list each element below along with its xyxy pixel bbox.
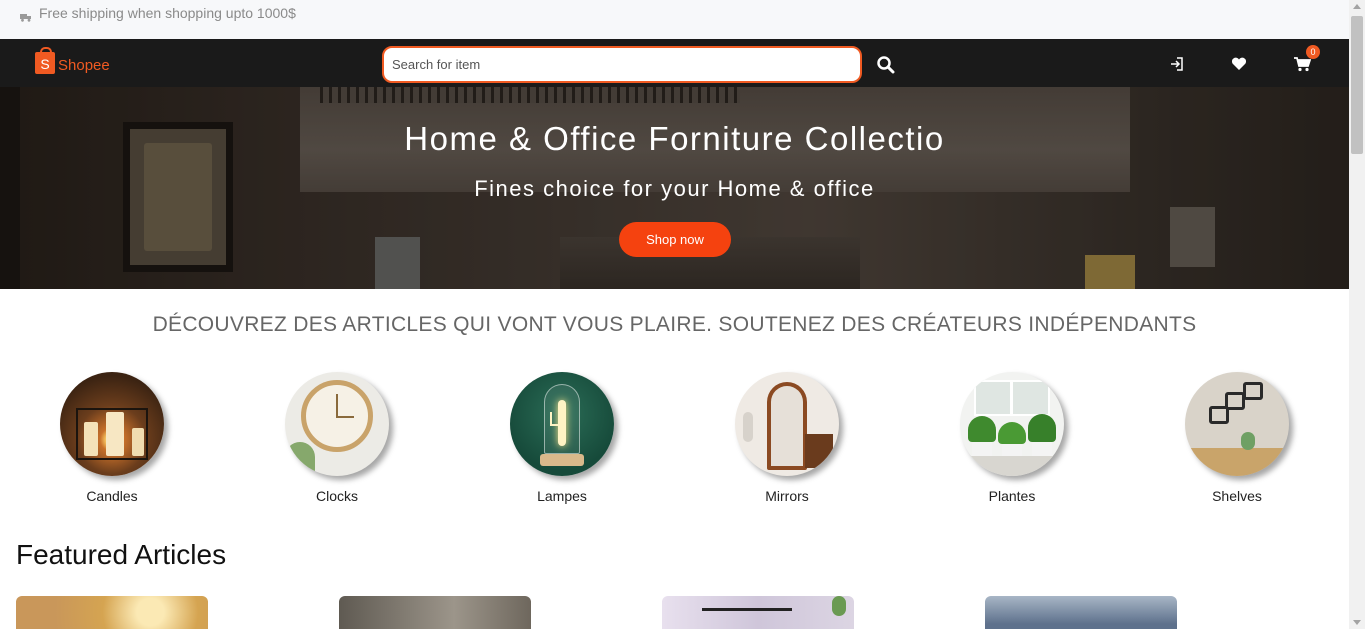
scroll-thumb[interactable]: [1351, 16, 1363, 154]
discover-heading: DÉCOUVREZ DES ARTICLES QUI VONT VOUS PLA…: [152, 313, 1197, 336]
brand-name: Shopee: [58, 56, 110, 74]
category-mirrors[interactable]: Mirrors: [707, 372, 867, 504]
page: Free shipping when shopping upto 1000$ S…: [0, 0, 1365, 629]
category-clocks[interactable]: Clocks: [257, 372, 417, 504]
mirrors-image: [735, 372, 839, 476]
featured-card[interactable]: [985, 596, 1177, 629]
category-label: Clocks: [315, 488, 358, 504]
search-icon[interactable]: [876, 55, 896, 75]
main-header: S Shopee 0: [0, 39, 1349, 87]
shelves-image: [1185, 372, 1289, 476]
cart-count-badge: 0: [1306, 45, 1320, 59]
clocks-image: [285, 372, 389, 476]
heart-icon[interactable]: [1230, 55, 1248, 73]
category-shelves[interactable]: Shelves: [1157, 372, 1317, 504]
shipping-banner: Free shipping when shopping upto 1000$: [0, 0, 1349, 39]
category-plantes[interactable]: Plantes: [932, 372, 1092, 504]
category-label: Mirrors: [765, 488, 809, 504]
shipping-text: Free shipping when shopping upto 1000$: [39, 5, 296, 21]
scroll-down-icon[interactable]: [1353, 620, 1361, 625]
plantes-image: [960, 372, 1064, 476]
category-label: Plantes: [988, 488, 1036, 504]
category-candles[interactable]: Candles: [32, 372, 192, 504]
search-input[interactable]: [382, 46, 862, 83]
login-icon[interactable]: [1168, 55, 1186, 73]
category-label: Shelves: [1212, 488, 1262, 504]
lampes-image: [510, 372, 614, 476]
hero-title: Home & Office Forniture Collectio: [404, 120, 945, 157]
category-lampes[interactable]: Lampes: [482, 372, 642, 504]
shopee-logo[interactable]: S Shopee: [35, 47, 110, 76]
candles-image: [60, 372, 164, 476]
featured-card[interactable]: [339, 596, 531, 629]
featured-card[interactable]: [16, 596, 208, 629]
shop-now-button[interactable]: Shop now: [619, 222, 731, 257]
logo-bag-icon: S: [35, 47, 55, 74]
truck-icon: [20, 14, 31, 22]
hero-subtitle: Fines choice for your Home & office: [474, 176, 875, 201]
page-scrollbar[interactable]: [1349, 0, 1365, 629]
featured-card[interactable]: [662, 596, 854, 629]
category-label: Candles: [86, 488, 138, 504]
hero-banner: Home & Office Forniture Collectio Fines …: [0, 87, 1349, 289]
scroll-up-icon[interactable]: [1353, 4, 1361, 9]
category-label: Lampes: [537, 488, 587, 504]
featured-heading: Featured Articles: [16, 539, 227, 570]
